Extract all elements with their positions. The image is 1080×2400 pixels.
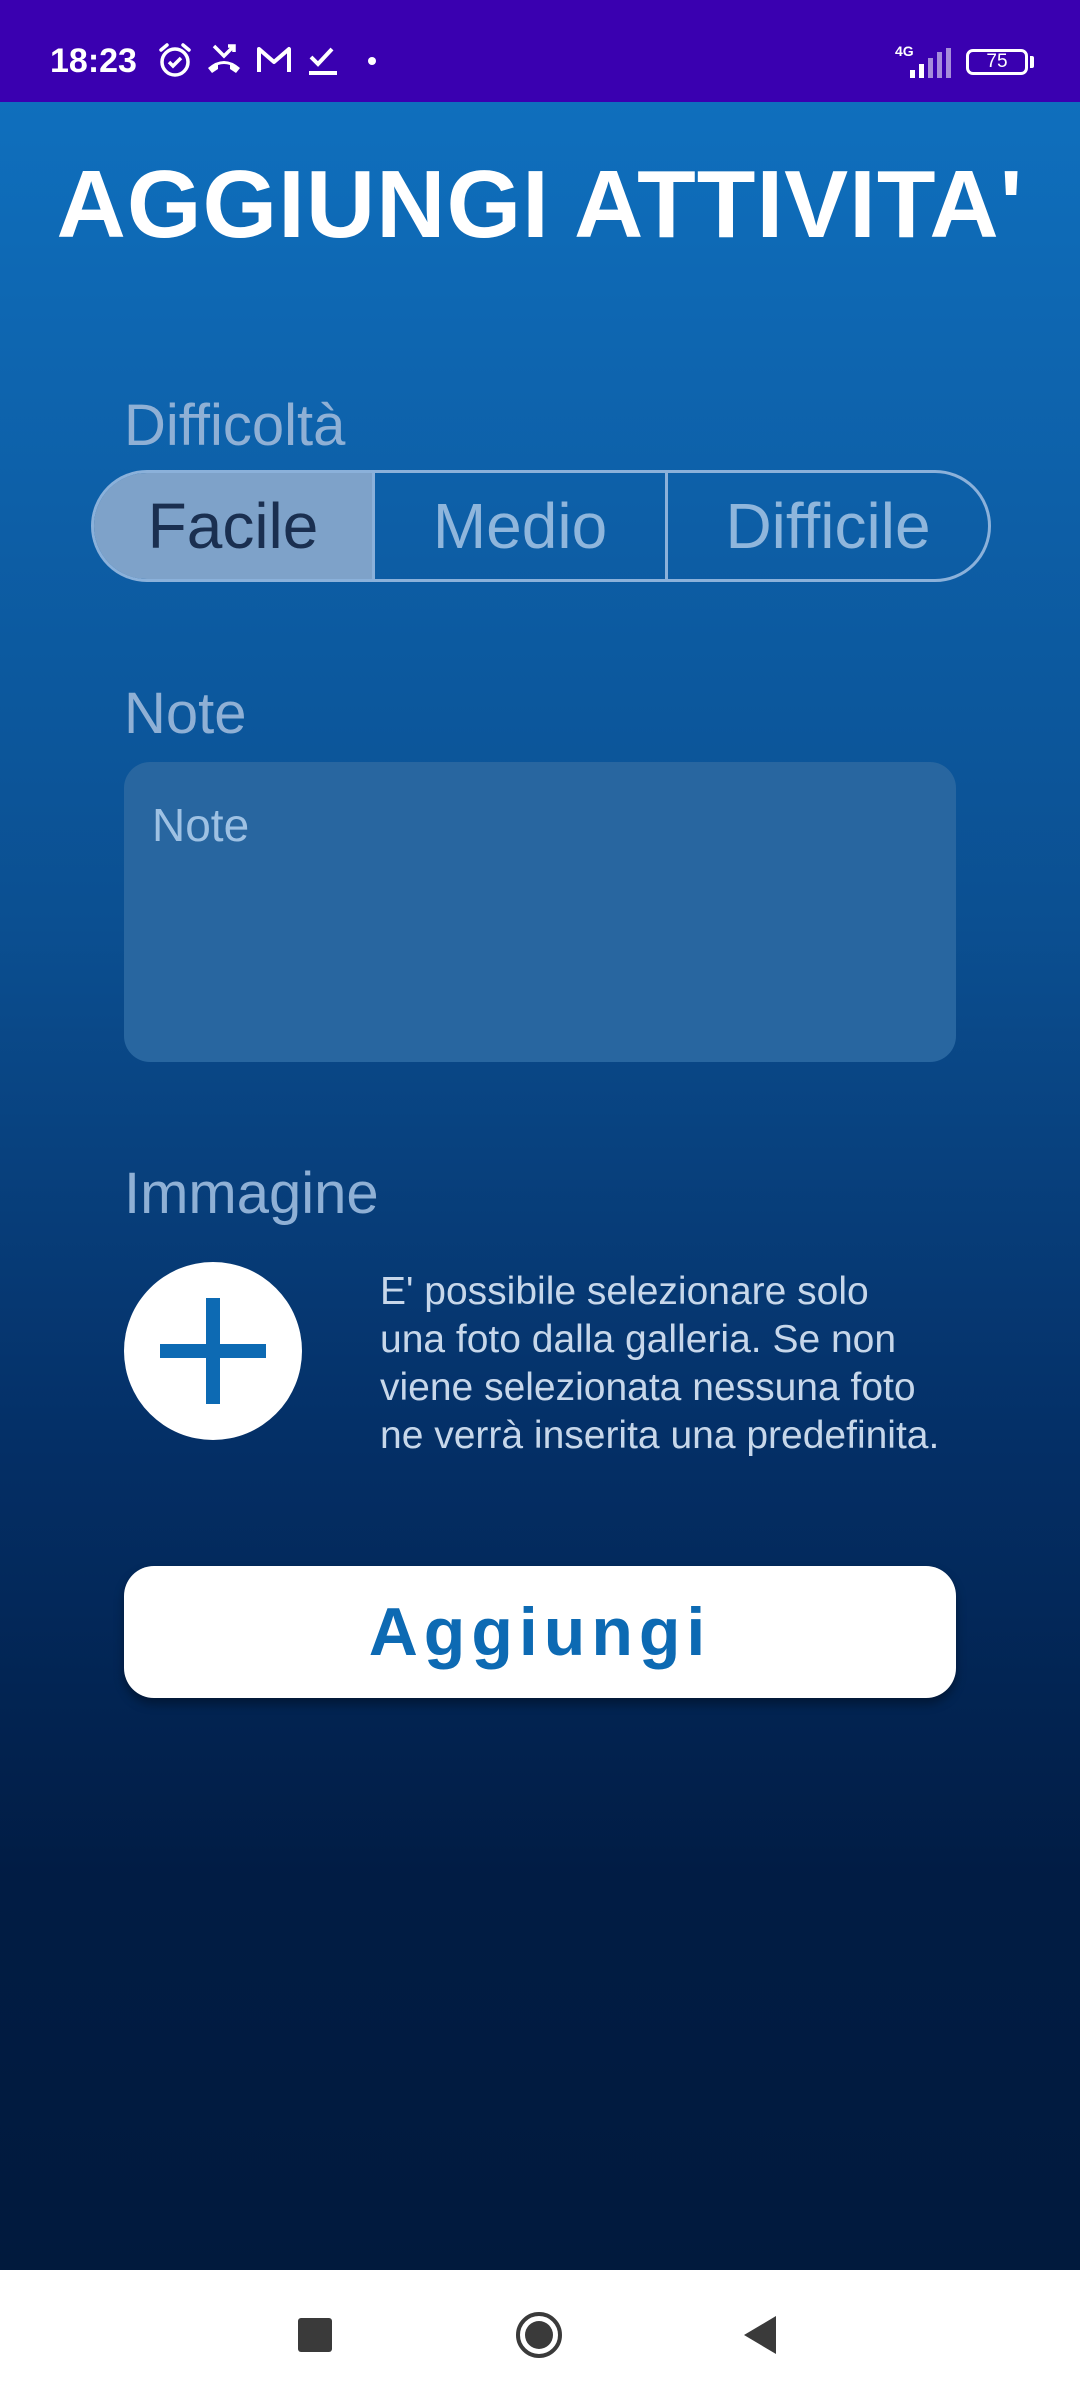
gmail-icon (257, 47, 291, 72)
battery-icon: 75 (966, 49, 1028, 75)
note-label: Note (124, 681, 247, 746)
difficulty-option-facile[interactable]: Facile (94, 473, 372, 579)
note-input[interactable] (124, 762, 956, 1062)
signal-icon (910, 48, 951, 78)
difficulty-label: Difficoltà (124, 393, 346, 458)
back-icon[interactable] (740, 2310, 780, 2360)
difficulty-option-medio[interactable]: Medio (372, 473, 665, 579)
difficulty-option-difficile[interactable]: Difficile (665, 473, 988, 579)
navigation-bar (0, 2270, 1080, 2400)
missed-call-icon (208, 44, 240, 73)
battery-tip (1030, 56, 1034, 68)
home-icon[interactable] (514, 2310, 564, 2360)
add-button[interactable]: Aggiungi (124, 1566, 956, 1698)
alarm-icon (159, 43, 191, 77)
status-bar: 18:23 4G 75 (0, 0, 1080, 102)
recent-apps-icon[interactable] (298, 2318, 332, 2352)
add-activity-screen: AGGIUNGI ATTIVITA' Difficoltà Facile Med… (0, 102, 1080, 2270)
image-label: Immagine (124, 1161, 379, 1226)
image-hint-text: E' possibile selezionare solo una foto d… (380, 1270, 940, 1457)
dot-icon (368, 57, 376, 65)
add-image-button[interactable] (124, 1262, 302, 1440)
difficulty-selector: Facile Medio Difficile (91, 470, 991, 582)
page-title: AGGIUNGI ATTIVITA' (56, 151, 1024, 258)
plus-icon (160, 1298, 266, 1404)
status-time: 18:23 (50, 42, 137, 80)
tasks-icon (309, 47, 337, 75)
